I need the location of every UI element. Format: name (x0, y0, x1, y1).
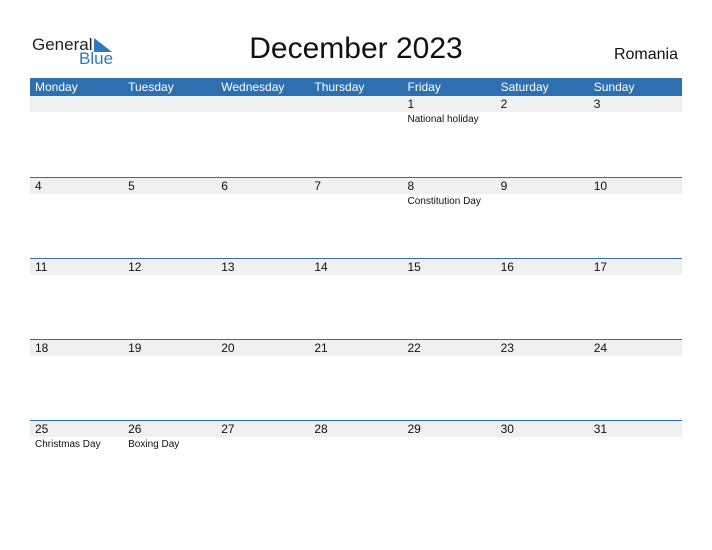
day-cell: 20 (216, 340, 310, 421)
day-number: 17 (588, 259, 682, 275)
day-cell: 7 (309, 178, 403, 259)
weekday-header: Monday Tuesday Wednesday Thursday Friday… (30, 78, 682, 96)
day-number (123, 96, 217, 112)
week-row: 4 5 6 7 8 Constitution Day 9 10 (30, 177, 682, 259)
day-number: 19 (123, 340, 217, 356)
weekday-label: Saturday (500, 80, 549, 94)
day-number: 13 (216, 259, 310, 275)
day-cell: 17 (588, 259, 682, 340)
day-cell: 4 (30, 178, 124, 259)
day-cell: 16 (495, 259, 589, 340)
day-cell: 14 (309, 259, 403, 340)
day-cell: 2 (495, 96, 589, 177)
day-cell: 30 (495, 421, 589, 502)
day-cell: 19 (123, 340, 217, 421)
day-cell: 18 (30, 340, 124, 421)
day-cell: 15 (402, 259, 496, 340)
day-cell: 23 (495, 340, 589, 421)
country-label: Romania (613, 46, 678, 63)
day-number: 22 (402, 340, 496, 356)
day-number: 20 (216, 340, 310, 356)
day-cell: 21 (309, 340, 403, 421)
weekday-label: Sunday (593, 80, 635, 94)
day-cell (216, 96, 310, 177)
day-number: 26 (123, 421, 217, 437)
day-number: 21 (309, 340, 403, 356)
day-cell: 27 (216, 421, 310, 502)
day-cell (309, 96, 403, 177)
week-row: 1 National holiday 2 3 (30, 96, 682, 177)
day-number: 25 (30, 421, 124, 437)
day-cell: 22 (402, 340, 496, 421)
day-cell: 12 (123, 259, 217, 340)
day-number: 10 (588, 178, 682, 194)
day-cell: 8 Constitution Day (402, 178, 496, 259)
day-cell: 31 (588, 421, 682, 502)
day-number: 16 (495, 259, 589, 275)
weekday-label: Friday (407, 80, 441, 94)
week-row: 18 19 20 21 22 23 24 (30, 339, 682, 421)
week-row: 25 Christmas Day 26 Boxing Day 27 28 29 30 31 (30, 420, 682, 502)
day-number: 7 (309, 178, 403, 194)
day-number: 27 (216, 421, 310, 437)
weekday-label: Tuesday (128, 80, 174, 94)
weekday-label: Wednesday (221, 80, 285, 94)
weekday-label: Monday (35, 80, 78, 94)
holiday-label: Christmas Day (35, 439, 101, 450)
day-cell: 11 (30, 259, 124, 340)
weekday-label: Thursday (314, 80, 365, 94)
day-number: 14 (309, 259, 403, 275)
day-number: 23 (495, 340, 589, 356)
day-cell: 13 (216, 259, 310, 340)
day-number: 4 (30, 178, 124, 194)
day-number (309, 96, 403, 112)
day-number: 12 (123, 259, 217, 275)
day-cell: 5 (123, 178, 217, 259)
day-cell: 29 (402, 421, 496, 502)
holiday-label: National holiday (407, 114, 479, 125)
day-number: 3 (588, 96, 682, 112)
day-cell: 1 National holiday (402, 96, 496, 177)
page-title: December 2023 (249, 32, 463, 65)
day-number: 29 (402, 421, 496, 437)
day-number: 30 (495, 421, 589, 437)
week-row: 11 12 13 14 15 16 17 (30, 258, 682, 340)
day-cell: 10 (588, 178, 682, 259)
day-number: 31 (588, 421, 682, 437)
day-cell (30, 96, 124, 177)
holiday-label: Boxing Day (128, 439, 180, 450)
day-cell: 28 (309, 421, 403, 502)
day-number (216, 96, 310, 112)
day-number: 24 (588, 340, 682, 356)
day-cell (123, 96, 217, 177)
day-cell: 26 Boxing Day (123, 421, 217, 502)
day-number: 11 (30, 259, 124, 275)
day-cell: 9 (495, 178, 589, 259)
day-number (30, 96, 124, 112)
day-cell: 3 (588, 96, 682, 177)
day-cell: 6 (216, 178, 310, 259)
day-number: 2 (495, 96, 589, 112)
day-number: 9 (495, 178, 589, 194)
day-cell: 25 Christmas Day (30, 421, 124, 502)
day-cell: 24 (588, 340, 682, 421)
day-number: 5 (123, 178, 217, 194)
day-number: 15 (402, 259, 496, 275)
day-number: 8 (402, 178, 496, 194)
holiday-label: Constitution Day (407, 196, 481, 207)
day-number: 28 (309, 421, 403, 437)
day-number: 6 (216, 178, 310, 194)
day-number: 1 (402, 96, 496, 112)
day-number: 18 (30, 340, 124, 356)
